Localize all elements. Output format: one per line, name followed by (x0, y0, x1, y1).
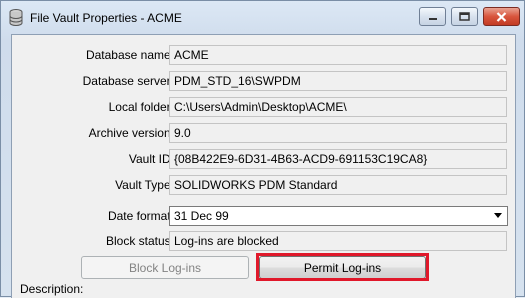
vault-id-label: Vault ID: (128, 152, 174, 166)
archive-version-field[interactable]: 9.0 (169, 123, 507, 143)
database-icon (9, 9, 23, 26)
date-format-value: 31 Dec 99 (174, 209, 229, 223)
database-name-field[interactable]: ACME (169, 45, 507, 65)
window-title: File Vault Properties - ACME (30, 11, 182, 25)
vault-type-label: Vault Type: (115, 178, 174, 192)
archive-version-label: Archive version: (88, 126, 174, 140)
local-folder-label: Local folder: (108, 100, 174, 114)
description-label: Description: (20, 282, 84, 296)
date-format-dropdown[interactable]: 31 Dec 99 (169, 206, 508, 226)
chevron-down-icon[interactable] (494, 213, 502, 218)
local-folder-row: Local folder: C:\Users\Admin\Desktop\ACM… (12, 97, 517, 117)
properties-panel: Database name: ACME Database server: PDM… (11, 34, 516, 298)
minimize-button[interactable] (419, 7, 446, 26)
database-server-label: Database server: (82, 74, 174, 88)
date-format-label: Date format: (107, 209, 174, 223)
title-bar[interactable]: File Vault Properties - ACME (1, 1, 524, 34)
vault-type-row: Vault Type: SOLIDWORKS PDM Standard (12, 175, 517, 195)
minimize-icon (428, 17, 437, 20)
highlight-annotation-box (256, 253, 429, 281)
block-status-row: Block status: Log-ins are blocked (12, 231, 517, 251)
archive-version-row: Archive version: 9.0 (12, 123, 517, 143)
block-logins-button[interactable]: Block Log-ins (81, 256, 249, 279)
local-folder-field[interactable]: C:\Users\Admin\Desktop\ACME\ (169, 97, 507, 117)
vault-id-field[interactable]: {08B422E9-6D31-4B63-ACD9-691153C19CA8} (169, 149, 507, 169)
date-format-row: Date format: 31 Dec 99 (12, 206, 517, 226)
database-server-field[interactable]: PDM_STD_16\SWPDM (169, 71, 507, 91)
block-status-label: Block status: (105, 234, 174, 248)
vault-id-row: Vault ID: {08B422E9-6D31-4B63-ACD9-69115… (12, 149, 517, 169)
database-name-row: Database name: ACME (12, 45, 517, 65)
close-button[interactable] (483, 7, 520, 26)
database-server-row: Database server: PDM_STD_16\SWPDM (12, 71, 517, 91)
file-vault-properties-window: File Vault Properties - ACME Database na… (0, 0, 525, 298)
block-status-field[interactable]: Log-ins are blocked (169, 231, 507, 251)
close-icon (496, 11, 507, 22)
database-name-label: Database name: (85, 48, 174, 62)
maximize-icon (459, 12, 470, 21)
maximize-button[interactable] (451, 7, 478, 26)
vault-type-field[interactable]: SOLIDWORKS PDM Standard (169, 175, 507, 195)
